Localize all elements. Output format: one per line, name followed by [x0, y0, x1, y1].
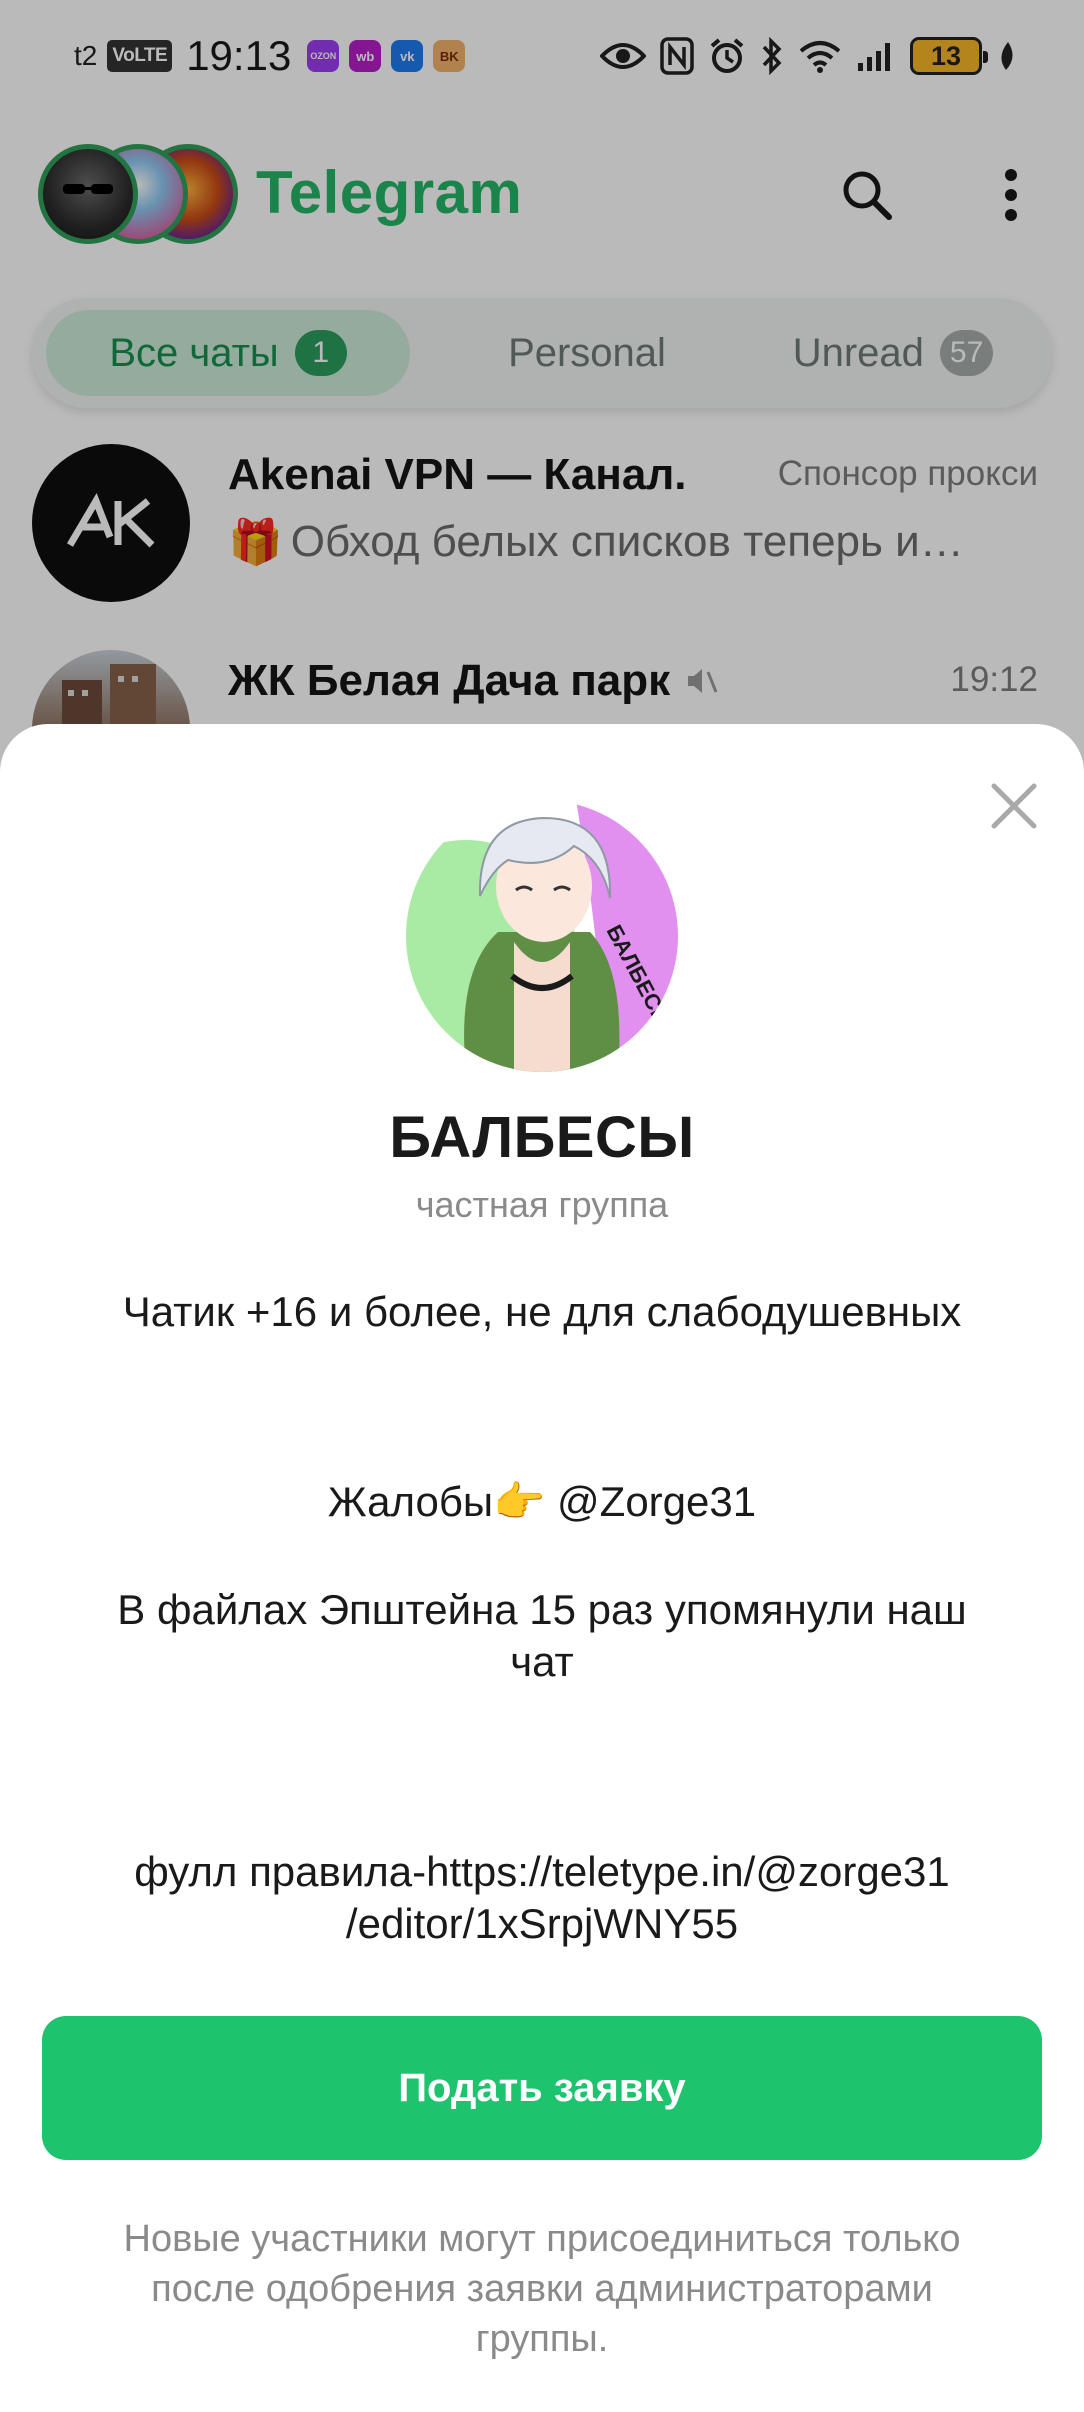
- approval-note: Новые участники могут присоединиться тол…: [123, 2218, 961, 2360]
- group-type: частная группа: [415, 1184, 669, 1225]
- close-icon[interactable]: [984, 776, 1044, 836]
- description-line: Чатик +16 и более, не для слабодушевных: [122, 1288, 962, 1335]
- description-line: В файлах Эпштейна 15 раз упомянули наш ч…: [117, 1586, 967, 1685]
- group-photo: БАЛБЕСЫ: [406, 800, 678, 1072]
- group-name: БАЛБЕСЫ: [389, 1105, 695, 1170]
- join-request-button[interactable]: Подать заявку: [42, 2016, 1042, 2160]
- group-preview-sheet: БАЛБЕСЫ БАЛБЕСЫ частная группа Чатик +16…: [0, 724, 1084, 2412]
- description-line: Жалобы👉 @Zorge31: [327, 1478, 757, 1525]
- description-line: фулл правила-https://teletype.in/@zorge3…: [134, 1848, 950, 1947]
